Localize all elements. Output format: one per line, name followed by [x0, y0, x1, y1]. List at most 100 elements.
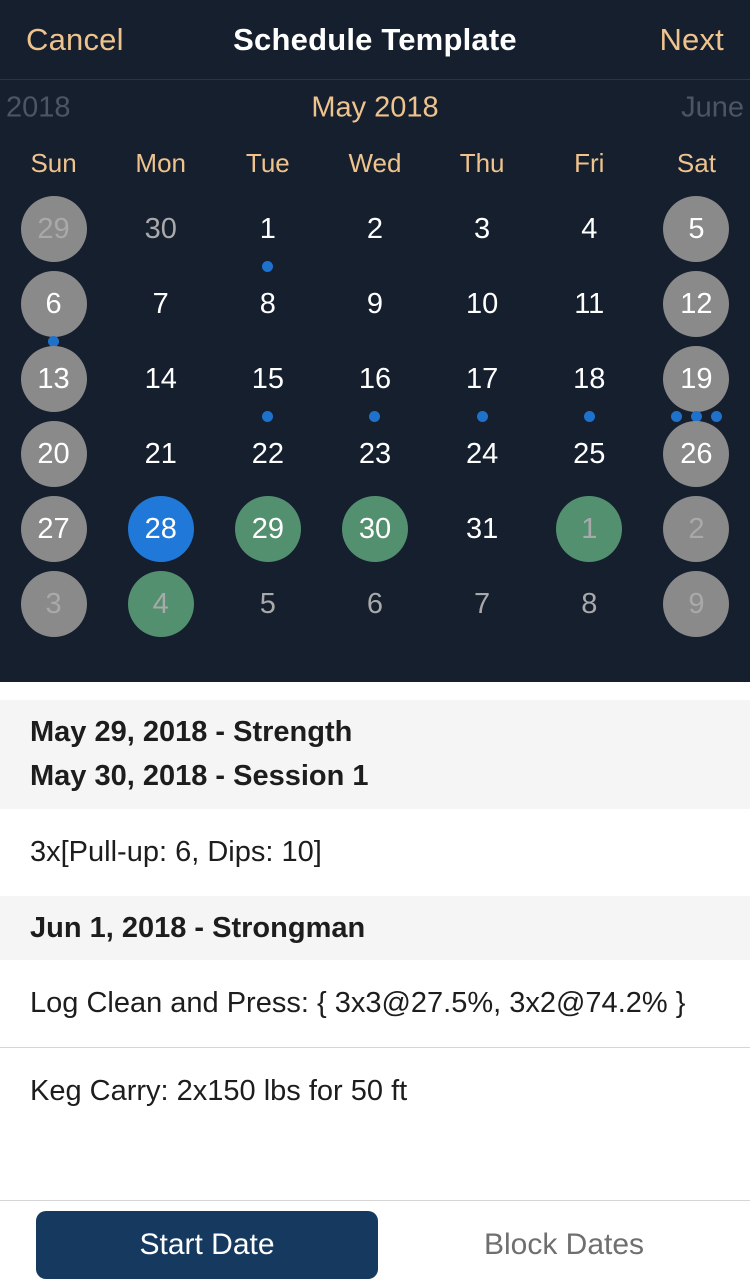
weekday-label-wed: Wed: [348, 147, 402, 178]
calendar-day-number: 18: [573, 362, 606, 395]
calendar-day-cell[interactable]: 9: [643, 569, 750, 644]
calendar-day-number: 3: [20, 571, 87, 637]
section-header-strongman: Jun 1, 2018 - Strongman: [0, 895, 750, 960]
next-month-label[interactable]: June: [681, 92, 744, 125]
calendar-day-cell[interactable]: 1: [536, 494, 643, 569]
section-header-strength: May 29, 2018 - Strength: [0, 700, 750, 751]
calendar-day-cell[interactable]: 18: [536, 344, 643, 422]
calendar-day-cell[interactable]: 27: [0, 494, 107, 569]
calendar-day-cell[interactable]: 8: [536, 569, 643, 644]
weekday-label-sun: Sun: [30, 147, 77, 178]
calendar-day-number: 4: [581, 212, 598, 245]
calendar-day-cell[interactable]: 3: [429, 194, 536, 269]
calendar-day-cell[interactable]: 30: [107, 194, 214, 269]
calendar-day-number: 11: [574, 287, 605, 320]
calendar-day-number: 3: [474, 212, 491, 245]
calendar-day-number: 9: [663, 571, 730, 637]
calendar-day-cell[interactable]: 20: [0, 419, 107, 494]
calendar-day-number: 8: [259, 287, 276, 320]
current-month-label: May 2018: [311, 91, 439, 124]
calendar-day-cell[interactable]: 13: [0, 344, 107, 419]
calendar-day-cell[interactable]: 5: [643, 194, 750, 269]
calendar-day-cell[interactable]: 23: [321, 419, 428, 494]
list-item[interactable]: Log Clean and Press: { 3x3@27.5%, 3x2@74…: [0, 959, 750, 1049]
calendar-day-cell[interactable]: 25: [536, 419, 643, 494]
calendar-day-number: 14: [144, 362, 177, 395]
calendar-day-number: 5: [663, 196, 730, 262]
calendar-day-cell[interactable]: 9: [321, 269, 428, 344]
calendar-day-cell[interactable]: 5: [214, 569, 321, 644]
calendar-day-cell[interactable]: 30: [321, 494, 428, 569]
calendar-day-cell[interactable]: 6: [0, 269, 107, 347]
weekday-header-row: Sun Mon Tue Wed Thu Fri Sat: [0, 136, 750, 190]
calendar-day-cell[interactable]: 7: [107, 269, 214, 344]
calendar-day-number: 10: [465, 287, 499, 320]
calendar-day-cell[interactable]: 21: [107, 419, 214, 494]
calendar-week-row: 29 30 1 2 3 4 5: [0, 194, 750, 272]
calendar-day-number: 4: [127, 571, 194, 637]
section-header-session-1: May 30, 2018 - Session 1: [0, 750, 750, 809]
calendar-day-cell[interactable]: 2: [643, 494, 750, 569]
calendar-day-number: 17: [465, 362, 499, 395]
calendar-day-number: 13: [20, 346, 87, 412]
calendar-day-number: 5: [259, 587, 276, 620]
calendar-week-row: 13 14 15 16 17 18 19: [0, 344, 750, 422]
calendar-day-number: 6: [20, 271, 87, 337]
calendar-day-number: 27: [20, 496, 87, 562]
calendar-day-number: 28: [127, 496, 194, 562]
calendar-day-cell[interactable]: 10: [429, 269, 536, 344]
block-dates-tab[interactable]: Block Dates: [378, 1228, 750, 1262]
calendar-day-cell[interactable]: 14: [107, 344, 214, 419]
schedule-list: May 29, 2018 - Strength May 30, 2018 - S…: [0, 682, 750, 1200]
calendar-day-cell[interactable]: 24: [429, 419, 536, 494]
calendar-day-cell[interactable]: 3: [0, 569, 107, 644]
list-top-spacer: [0, 682, 750, 700]
calendar-day-cell[interactable]: 15: [214, 344, 321, 422]
calendar-day-cell[interactable]: 28: [107, 494, 214, 569]
calendar-day-cell[interactable]: 2: [321, 194, 428, 269]
calendar-day-cell[interactable]: 29: [214, 494, 321, 569]
list-item[interactable]: 3x[Pull-up: 6, Dips: 10]: [0, 808, 750, 896]
calendar-day-cell[interactable]: 31: [429, 494, 536, 569]
calendar-day-number: 1: [556, 496, 623, 562]
calendar-day-cell[interactable]: 11: [536, 269, 643, 344]
calendar-day-number: 31: [465, 512, 499, 545]
calendar: 2018 May 2018 June Sun Mon Tue Wed Thu Fri Sat…: [0, 80, 750, 682]
calendar-day-cell[interactable]: 8: [214, 269, 321, 344]
calendar-day-number: 20: [20, 421, 87, 487]
weekday-label-mon: Mon: [135, 147, 186, 178]
cancel-button[interactable]: Cancel: [26, 22, 124, 58]
calendar-day-cell[interactable]: 22: [214, 419, 321, 494]
next-button[interactable]: Next: [659, 22, 724, 58]
calendar-day-number: 7: [152, 287, 169, 320]
calendar-day-number: 7: [474, 587, 491, 620]
month-strip: 2018 May 2018 June: [0, 80, 750, 136]
calendar-day-cell[interactable]: 12: [643, 269, 750, 344]
calendar-day-cell[interactable]: 19: [643, 344, 750, 422]
calendar-day-number: 19: [663, 346, 730, 412]
start-date-tab[interactable]: Start Date: [36, 1210, 378, 1279]
calendar-day-number: 16: [358, 362, 392, 395]
calendar-day-cell[interactable]: 16: [321, 344, 428, 422]
navigation-bar: Cancel Schedule Template Next: [0, 0, 750, 80]
calendar-day-number: 29: [20, 196, 87, 262]
calendar-day-cell[interactable]: 17: [429, 344, 536, 422]
calendar-day-cell[interactable]: 6: [321, 569, 428, 644]
calendar-week-row: 34 5 6 7 8 9: [0, 569, 750, 644]
weekday-label-fri: Fri: [574, 147, 605, 178]
calendar-day-cell[interactable]: 4: [536, 194, 643, 269]
calendar-day-cell[interactable]: 26: [643, 419, 750, 494]
calendar-day-cell[interactable]: 29: [0, 194, 107, 269]
calendar-day-number: 23: [358, 437, 392, 470]
calendar-day-cell[interactable]: 7: [429, 569, 536, 644]
calendar-day-number: 30: [144, 212, 177, 245]
calendar-day-number: 2: [663, 496, 730, 562]
calendar-day-cell[interactable]: 1: [214, 194, 321, 272]
calendar-day-number: 22: [251, 437, 284, 470]
calendar-week-row: 6 7 8 9 10 11 12: [0, 269, 750, 347]
calendar-day-number: 9: [366, 287, 384, 320]
calendar-day-number: 6: [366, 587, 384, 620]
calendar-day-cell[interactable]: 4: [107, 569, 214, 644]
list-item[interactable]: Keg Carry: 2x150 lbs for 50 ft: [0, 1048, 750, 1136]
calendar-day-number: 29: [234, 496, 301, 562]
